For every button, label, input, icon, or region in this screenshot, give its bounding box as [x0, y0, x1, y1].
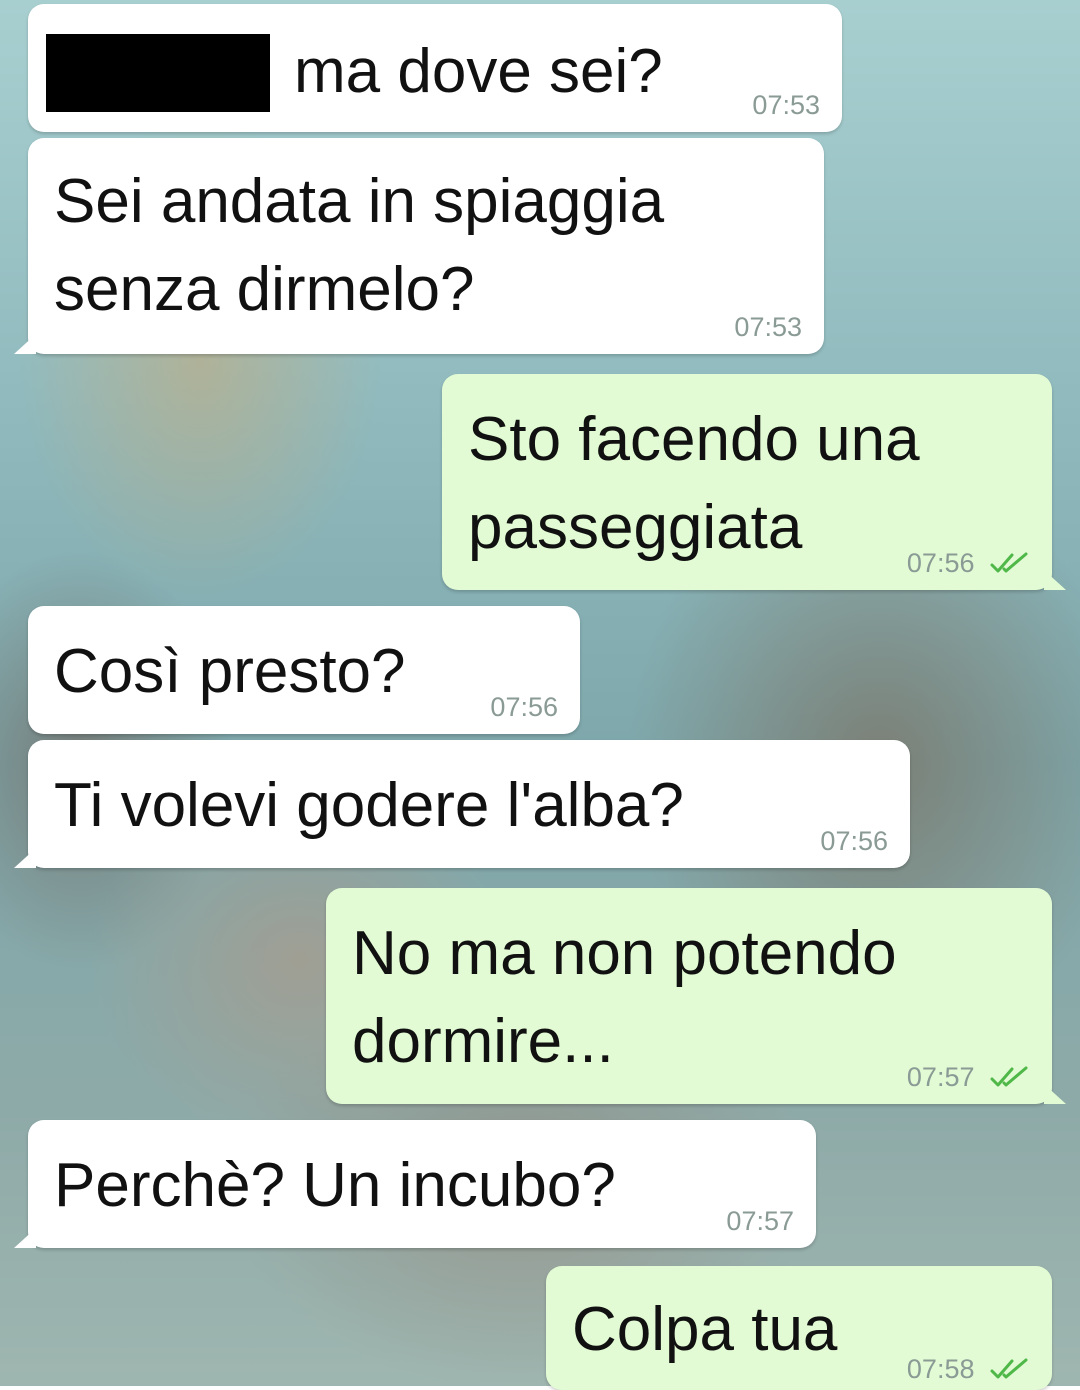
- message-text: Sei andata in spiaggia senza dirmelo?: [54, 167, 665, 324]
- bubble-tail: [1044, 1084, 1066, 1104]
- message-incoming[interactable]: Così presto? 07:56: [28, 606, 580, 734]
- message-time: 07:53: [752, 90, 820, 120]
- message-outgoing[interactable]: Colpa tua 07:58: [546, 1266, 1052, 1390]
- message-outgoing[interactable]: No ma non potendo dormire... 07:57: [326, 888, 1066, 1104]
- bubble-tail: [1044, 570, 1066, 590]
- message-time: 07:53: [734, 312, 802, 342]
- message-meta: 07:57: [907, 1062, 1030, 1092]
- double-check-icon: [990, 552, 1028, 573]
- message-meta: 07:56: [820, 826, 888, 856]
- double-check-icon: [990, 1066, 1028, 1087]
- message-incoming[interactable]: ma dove sei? 07:53: [28, 4, 842, 132]
- message-text: No ma non potendo dormire...: [352, 919, 897, 1076]
- message-meta: 07:56: [490, 692, 558, 722]
- bubble-tail: [14, 334, 36, 354]
- message-outgoing[interactable]: Sto facendo una passeggiata 07:56: [442, 374, 1066, 590]
- message-time: 07:56: [820, 826, 888, 856]
- message-meta: 07:58: [907, 1354, 1030, 1384]
- message-time: 07:56: [490, 692, 558, 722]
- message-incoming[interactable]: Sei andata in spiaggia senza dirmelo? 07…: [14, 138, 824, 354]
- message-text: Colpa tua: [572, 1295, 838, 1364]
- message-text: Sto facendo una passeggiata: [468, 405, 920, 562]
- double-check-icon: [990, 1358, 1028, 1379]
- message-text: ma dove sei?: [294, 37, 663, 106]
- message-incoming[interactable]: Perchè? Un incubo? 07:57: [14, 1120, 816, 1248]
- message-incoming[interactable]: Ti volevi godere l'alba? 07:56: [14, 740, 910, 868]
- message-meta: 07:56: [907, 548, 1030, 578]
- message-meta: 07:57: [726, 1206, 794, 1236]
- message-text: Così presto?: [54, 637, 406, 706]
- message-meta: 07:53: [734, 312, 802, 342]
- message-meta: 07:53: [752, 90, 820, 120]
- message-time: 07:56: [906, 548, 975, 578]
- message-text: Perchè? Un incubo?: [54, 1151, 616, 1220]
- bubble-tail: [14, 1228, 36, 1248]
- message-time: 07:57: [906, 1062, 975, 1092]
- message-time: 07:57: [726, 1206, 794, 1236]
- bubble-tail: [14, 848, 36, 868]
- message-text: Ti volevi godere l'alba?: [54, 771, 684, 840]
- message-time: 07:58: [906, 1354, 975, 1384]
- redaction-block: [46, 34, 270, 112]
